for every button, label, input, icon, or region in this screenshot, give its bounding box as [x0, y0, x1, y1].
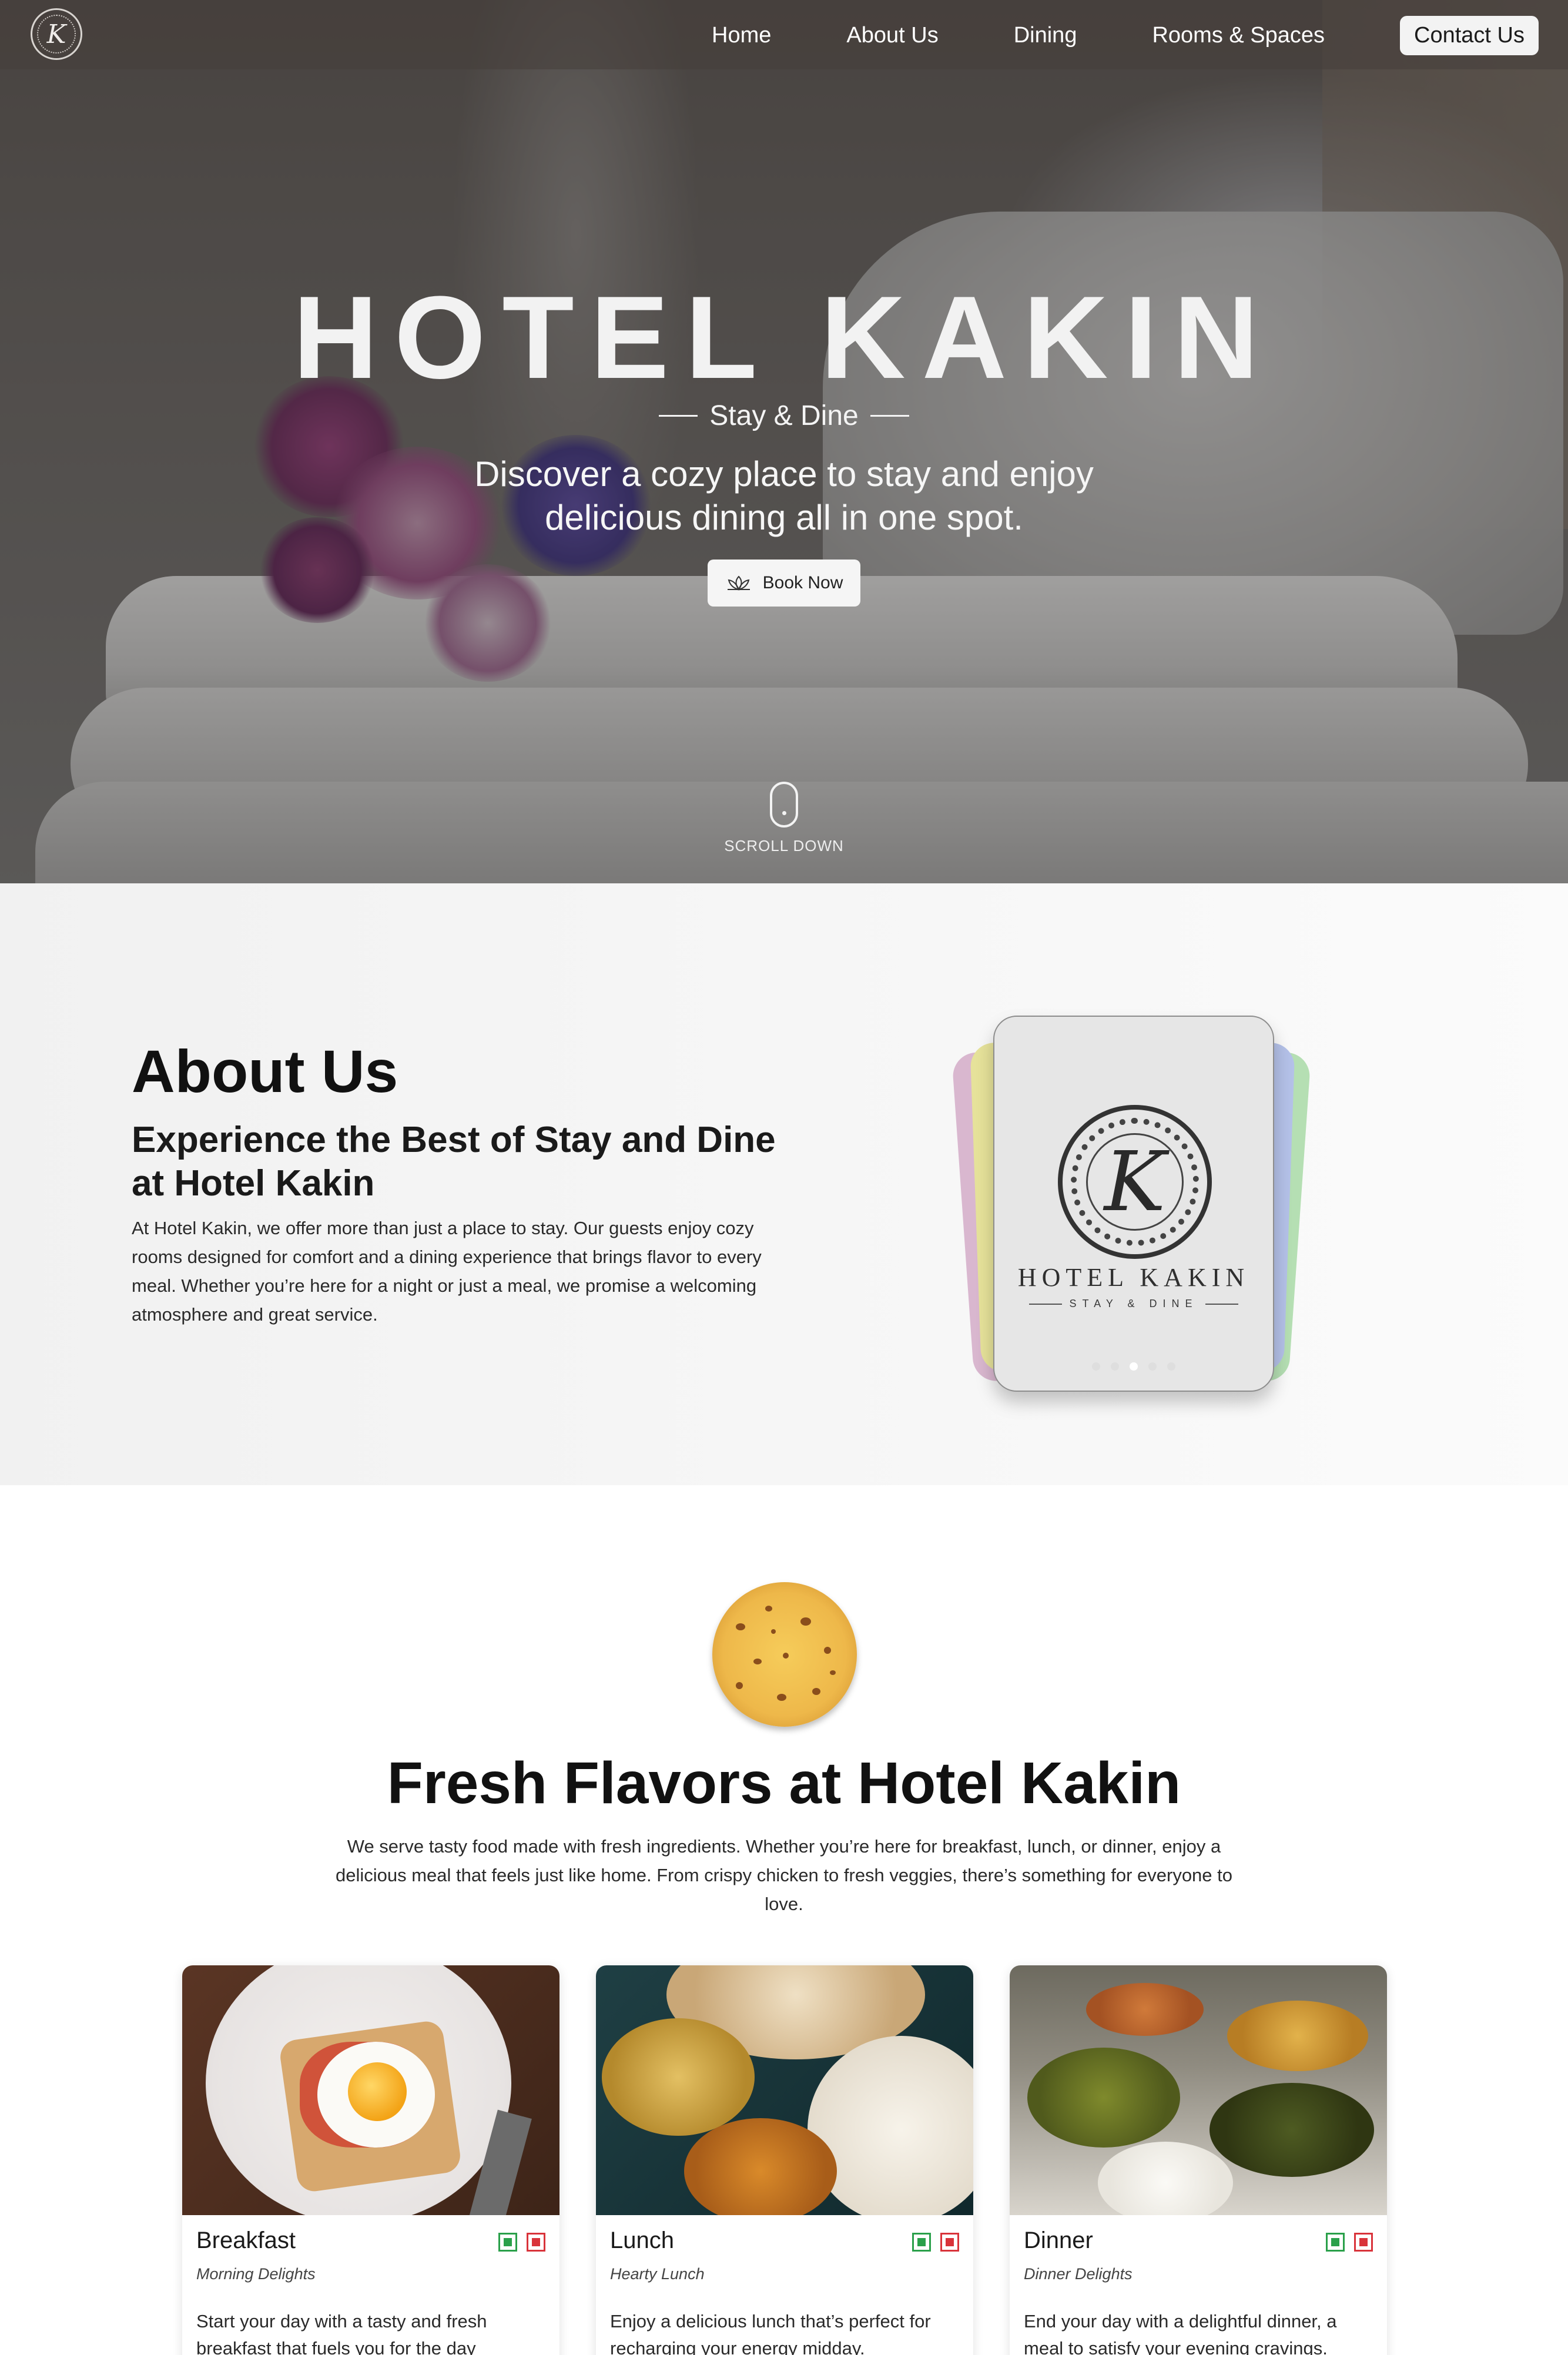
- roti-spot: [777, 1694, 786, 1701]
- carousel-dot[interactable]: [1148, 1362, 1157, 1371]
- about-subheading: Experience the Best of Stay and Dine at …: [132, 1120, 776, 1204]
- roti-spot: [736, 1682, 743, 1689]
- veg-icon: [498, 2233, 517, 2252]
- card-hotel-name: HOTEL KAKIN: [1017, 1263, 1250, 1292]
- nav-link-dining[interactable]: Dining: [1014, 23, 1077, 48]
- roti-spot: [824, 1647, 831, 1654]
- dinner-dish: [1027, 2048, 1180, 2148]
- scroll-down-label: SCROLL DOWN: [724, 837, 844, 855]
- about-heading: About Us: [132, 1038, 398, 1105]
- nav-links: Home About Us Dining Rooms & Spaces Cont…: [636, 14, 1539, 56]
- menu-card-title: Breakfast: [196, 2227, 296, 2253]
- dinner-dish: [1227, 2001, 1368, 2071]
- card-tagline-rule: [1029, 1303, 1063, 1305]
- hotel-logo[interactable]: K: [31, 8, 82, 60]
- menu-card-title: Lunch: [610, 2227, 674, 2253]
- dining-description: We serve tasty food made with fresh ingr…: [335, 1836, 1233, 1914]
- veg-icon: [912, 2233, 931, 2252]
- top-navigation: K Home About Us Dining Rooms & Spaces Co…: [0, 0, 1568, 69]
- menu-card-description: Enjoy a delicious lunch that’s perfect f…: [610, 2311, 931, 2355]
- hero-section: K Home About Us Dining Rooms & Spaces Co…: [0, 0, 1568, 883]
- dinner-rice: [1098, 2142, 1233, 2215]
- card-tagline-text: STAY & DINE: [1069, 1298, 1198, 1309]
- lunch-photo: [596, 1965, 973, 2215]
- hero-subtitle: Discover a cozy place to stay and enjoy …: [474, 454, 1094, 537]
- dinner-dish: [1209, 2083, 1374, 2177]
- dining-section: Fresh Flavors at Hotel Kakin We serve ta…: [0, 1485, 1568, 2355]
- carousel-dot[interactable]: [1111, 1362, 1119, 1371]
- roti-spot: [753, 1659, 762, 1664]
- veg-icon-dot: [917, 2238, 926, 2246]
- nav-link-rooms[interactable]: Rooms & Spaces: [1152, 23, 1325, 48]
- about-body: At Hotel Kakin, we offer more than just …: [132, 1218, 762, 1325]
- roti-spot: [765, 1606, 772, 1612]
- breakfast-yolk: [348, 2062, 407, 2121]
- veg-icon-dot: [1331, 2238, 1339, 2246]
- roti-spot: [830, 1670, 836, 1675]
- roti-spot: [800, 1617, 811, 1626]
- dining-title: Fresh Flavors at Hotel Kakin: [387, 1750, 1181, 1816]
- non-veg-icon: [1354, 2233, 1373, 2252]
- carousel-dots: [994, 1362, 1273, 1371]
- lunch-curry: [684, 2118, 837, 2215]
- book-now-button[interactable]: Book Now: [708, 560, 860, 607]
- hotel-seal-logo: K: [1058, 1105, 1212, 1259]
- hero-tagline: Stay & Dine: [0, 400, 1568, 432]
- menu-card-lunch[interactable]: Lunch Hearty Lunch Enjoy a delicious lun…: [596, 1965, 973, 2355]
- non-veg-icon-dot: [946, 2238, 954, 2246]
- roti-image: [712, 1582, 857, 1727]
- logo-monogram: K: [46, 19, 66, 49]
- about-section: About Us Experience the Best of Stay and…: [0, 883, 1568, 1485]
- menu-card-tagline: Dinner Delights: [1024, 2265, 1133, 2283]
- menu-card-title: Dinner: [1024, 2227, 1093, 2253]
- book-now-label: Book Now: [762, 573, 843, 592]
- dinner-dish: [1086, 1983, 1204, 2036]
- hero-title: HOTEL KAKIN: [293, 272, 1275, 403]
- breakfast-photo: [182, 1965, 559, 2215]
- menu-card-tagline: Hearty Lunch: [610, 2265, 705, 2283]
- about-card-carousel[interactable]: K HOTEL KAKIN STAY & DINE: [951, 1016, 1312, 1403]
- roti-spot: [783, 1653, 789, 1659]
- carousel-dot[interactable]: [1167, 1362, 1175, 1371]
- menu-card-dinner[interactable]: Dinner Dinner Delights End your day with…: [1010, 1965, 1387, 2355]
- carousel-dot-active[interactable]: [1130, 1362, 1138, 1371]
- tagline-rule: [659, 415, 698, 417]
- veg-icon-dot: [504, 2238, 512, 2246]
- menu-card-tagline: Morning Delights: [196, 2265, 316, 2283]
- veg-icon: [1326, 2233, 1345, 2252]
- roti-spot: [771, 1629, 776, 1634]
- lotus-icon: [727, 575, 750, 591]
- roti-spot: [812, 1688, 820, 1695]
- scroll-down-mouse-icon[interactable]: [770, 782, 798, 828]
- scroll-wheel-dot: [782, 811, 786, 815]
- menu-card-breakfast[interactable]: Breakfast Morning Delights Start your da…: [182, 1965, 559, 2355]
- menu-card-description: End your day with a delightful dinner, a…: [1024, 2311, 1337, 2355]
- nav-link-about[interactable]: About Us: [846, 23, 938, 48]
- menu-card-description: Start your day with a tasty and fresh br…: [196, 2311, 487, 2355]
- dinner-photo: [1010, 1965, 1387, 2215]
- carousel-dot[interactable]: [1092, 1362, 1100, 1371]
- hero-overlay: [0, 0, 1568, 883]
- card-tagline: STAY & DINE: [994, 1298, 1273, 1310]
- roti-spot: [736, 1623, 745, 1630]
- non-veg-icon: [940, 2233, 959, 2252]
- tagline-text: Stay & Dine: [709, 400, 859, 431]
- card-tagline-rule: [1205, 1303, 1238, 1305]
- tagline-rule: [870, 415, 909, 417]
- non-veg-icon-dot: [532, 2238, 540, 2246]
- contact-us-button[interactable]: Contact Us: [1400, 15, 1539, 55]
- non-veg-icon: [527, 2233, 545, 2252]
- nav-link-home[interactable]: Home: [712, 23, 771, 48]
- lunch-veg: [602, 2018, 755, 2136]
- carousel-front-card: K HOTEL KAKIN STAY & DINE: [993, 1016, 1274, 1392]
- seal-monogram: K: [1104, 1134, 1166, 1230]
- non-veg-icon-dot: [1359, 2238, 1368, 2246]
